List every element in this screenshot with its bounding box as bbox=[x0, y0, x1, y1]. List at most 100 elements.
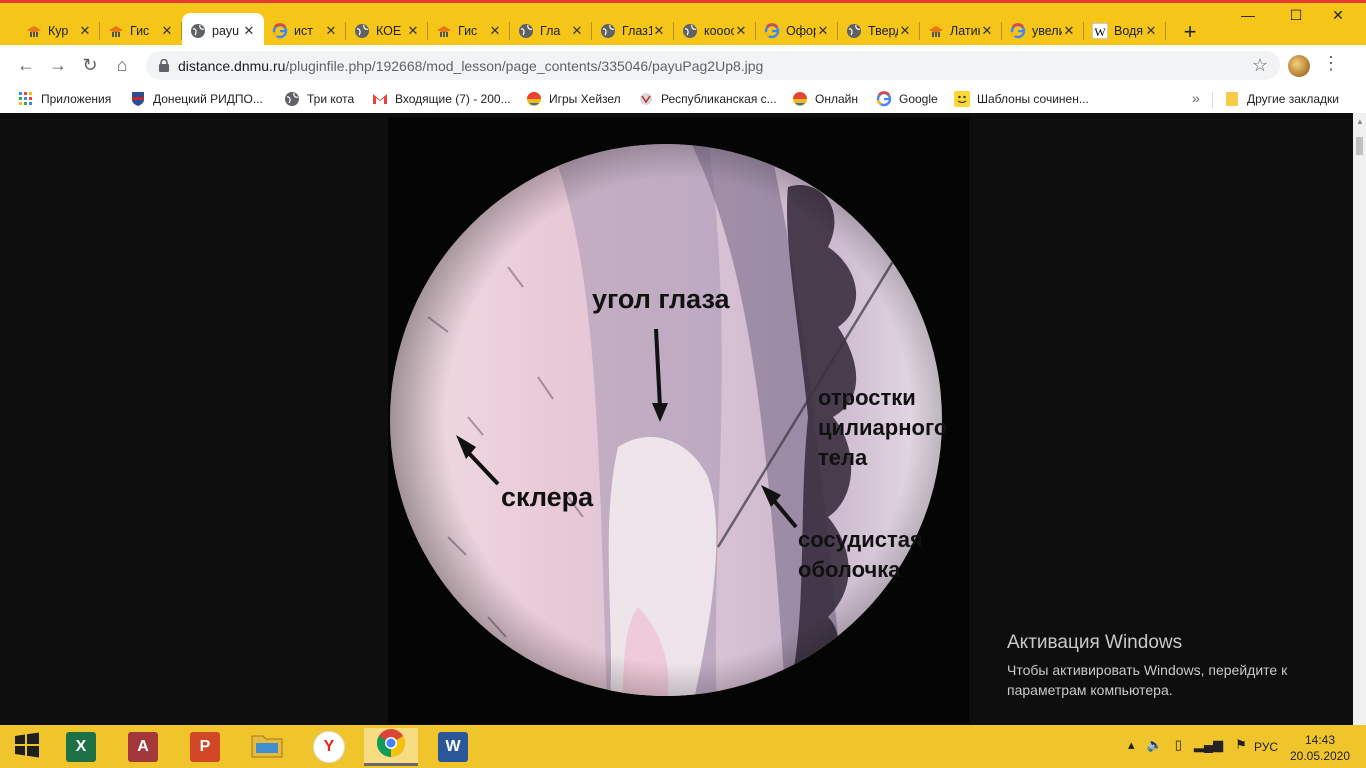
maximize-button[interactable]: ☐ bbox=[1278, 7, 1314, 27]
tab-3[interactable]: ист ✕ bbox=[264, 13, 346, 48]
label-angle: угол глаза bbox=[592, 284, 730, 314]
volume-icon[interactable]: 🔈 bbox=[1147, 737, 1163, 753]
tab-close-icon[interactable]: ✕ bbox=[898, 23, 912, 39]
lock-icon bbox=[158, 58, 170, 77]
scroll-up-icon[interactable]: ▲ bbox=[1356, 117, 1364, 126]
tab-close-icon[interactable]: ✕ bbox=[980, 23, 994, 39]
micrograph-image: угол глаза склера отростки цилиарного те… bbox=[388, 117, 969, 724]
bookmark-3[interactable]: Входящие (7) - 200... bbox=[372, 90, 511, 108]
taskbar-excel[interactable]: X bbox=[54, 728, 108, 766]
tab-close-icon[interactable]: ✕ bbox=[160, 23, 174, 39]
wikipedia-icon: W bbox=[1092, 22, 1108, 39]
globe-icon bbox=[846, 23, 862, 39]
taskbar-yandex[interactable]: Y bbox=[302, 728, 356, 766]
bookmarks-overflow-icon[interactable]: » bbox=[1192, 90, 1200, 106]
tab-title: Кур bbox=[48, 23, 69, 38]
tab-close-icon[interactable]: ✕ bbox=[1144, 23, 1158, 39]
tab-1[interactable]: Гис ✕ bbox=[100, 13, 182, 48]
language-indicator[interactable]: РУС bbox=[1254, 740, 1278, 754]
tab-13[interactable]: W Водяни✕ bbox=[1084, 13, 1166, 48]
new-tab-button[interactable]: + bbox=[1178, 21, 1202, 45]
label-ciliary-line3: тела bbox=[818, 445, 868, 470]
network-signal-icon[interactable]: ▂▄▆ bbox=[1194, 737, 1223, 753]
bookmark-6[interactable]: Онлайн bbox=[792, 90, 858, 108]
system-tray: ▴ 🔈 ▯ ▂▄▆ ⚑ bbox=[1128, 737, 1247, 753]
taskbar-powerpoint[interactable]: P bbox=[178, 728, 232, 766]
google-icon bbox=[1010, 22, 1026, 39]
tab-6[interactable]: Гла ✕ bbox=[510, 13, 592, 48]
tab-close-icon[interactable]: ✕ bbox=[1062, 23, 1076, 39]
tab-8[interactable]: коооо1✕ bbox=[674, 13, 756, 48]
taskbar-word[interactable]: W bbox=[426, 728, 480, 766]
tab-10[interactable]: Тверды✕ bbox=[838, 13, 920, 48]
tab-close-icon[interactable]: ✕ bbox=[78, 23, 92, 39]
tray-chevron-icon[interactable]: ▴ bbox=[1128, 737, 1135, 753]
tab-title: Гис bbox=[458, 23, 478, 38]
tab-close-icon[interactable]: ✕ bbox=[406, 23, 420, 39]
minimize-button[interactable]: — bbox=[1230, 7, 1266, 27]
taskbar-access[interactable]: A bbox=[116, 728, 170, 766]
tab-close-icon[interactable]: ✕ bbox=[570, 23, 584, 39]
label-ciliary-processes: отростки цилиарного тела bbox=[818, 383, 947, 473]
tab-close-icon[interactable]: ✕ bbox=[324, 23, 338, 39]
back-button[interactable]: ← bbox=[14, 53, 38, 77]
moodle-hat-icon bbox=[108, 23, 124, 39]
forward-button[interactable]: → bbox=[46, 53, 70, 77]
tab-11[interactable]: Латинс✕ bbox=[920, 13, 1002, 48]
tab-0[interactable]: Кур ✕ bbox=[18, 13, 100, 48]
bookmarks-bar: Приложения Донецкий РИДПО... Три кота Входя… bbox=[0, 85, 1366, 114]
bookmark-0[interactable]: Приложения bbox=[18, 90, 111, 108]
tab-title: Гис bbox=[130, 23, 150, 38]
ball-icon bbox=[526, 91, 542, 107]
gmail-icon bbox=[372, 91, 388, 107]
tab-close-icon[interactable]: ✕ bbox=[652, 23, 666, 39]
access-icon: A bbox=[128, 732, 158, 762]
bookmark-4[interactable]: Игры Хейзел bbox=[526, 90, 621, 108]
taskbar-chrome[interactable] bbox=[364, 728, 418, 766]
profile-avatar[interactable] bbox=[1288, 55, 1310, 77]
moodle-hat-icon bbox=[26, 23, 42, 39]
tab-close-icon[interactable]: ✕ bbox=[816, 23, 830, 39]
close-window-button[interactable]: ✕ bbox=[1320, 7, 1356, 27]
taskbar-explorer[interactable] bbox=[240, 728, 294, 766]
excel-icon: X bbox=[66, 732, 96, 762]
bookmark-label: Республиканская с... bbox=[661, 92, 777, 106]
tab-7[interactable]: Глаз1_н✕ bbox=[592, 13, 674, 48]
reload-button[interactable]: ↻ bbox=[78, 53, 102, 77]
tab-close-icon[interactable]: ✕ bbox=[488, 23, 502, 39]
vertical-scrollbar[interactable]: ▲ bbox=[1353, 113, 1366, 725]
bookmark-label: Входящие (7) - 200... bbox=[395, 92, 511, 106]
tab-9[interactable]: Оформ✕ bbox=[756, 13, 838, 48]
emblem-icon bbox=[638, 91, 654, 107]
url-domain: distance.dnmu.ru bbox=[178, 58, 286, 74]
address-bar[interactable]: distance.dnmu.ru/pluginfile.php/192668/m… bbox=[146, 51, 1280, 80]
tab-close-icon[interactable]: ✕ bbox=[734, 23, 748, 39]
tab-12[interactable]: увелич✕ bbox=[1002, 13, 1084, 48]
activation-title: Активация Windows bbox=[1007, 632, 1183, 653]
scrollbar-thumb[interactable] bbox=[1356, 137, 1363, 155]
tab-2[interactable]: payu ✕ bbox=[182, 13, 264, 48]
notification-flag-icon[interactable]: ⚑ bbox=[1235, 737, 1247, 753]
tab-divider bbox=[1165, 22, 1166, 40]
globe-icon bbox=[682, 23, 698, 39]
battery-icon[interactable]: ▯ bbox=[1175, 737, 1182, 753]
menu-dots-icon[interactable]: ⋮ bbox=[1322, 53, 1340, 74]
bookmark-1[interactable]: Донецкий РИДПО... bbox=[130, 90, 263, 108]
clock-time: 14:43 bbox=[1304, 733, 1336, 747]
clock[interactable]: 14:43 20.05.2020 bbox=[1288, 732, 1352, 764]
tab-title: КОЕ bbox=[376, 23, 402, 38]
bookmark-2[interactable]: Три кота bbox=[284, 90, 354, 108]
bookmark-9[interactable]: Другие закладки bbox=[1224, 90, 1339, 108]
start-button[interactable] bbox=[0, 728, 54, 766]
tab-5[interactable]: Гис ✕ bbox=[428, 13, 510, 48]
tab-close-icon[interactable]: ✕ bbox=[242, 23, 256, 39]
bookmark-label: Онлайн bbox=[815, 92, 858, 106]
bookmark-5[interactable]: Республиканская с... bbox=[638, 90, 777, 108]
folder-icon bbox=[1224, 91, 1240, 107]
bookmark-7[interactable]: Google bbox=[876, 90, 938, 108]
tab-4[interactable]: КОЕ ✕ bbox=[346, 13, 428, 48]
windows-logo-icon bbox=[14, 732, 40, 763]
bookmark-8[interactable]: Шаблоны сочинен... bbox=[954, 90, 1089, 108]
home-button[interactable]: ⌂ bbox=[110, 53, 134, 77]
bookmark-star-icon[interactable]: ☆ bbox=[1252, 55, 1268, 76]
